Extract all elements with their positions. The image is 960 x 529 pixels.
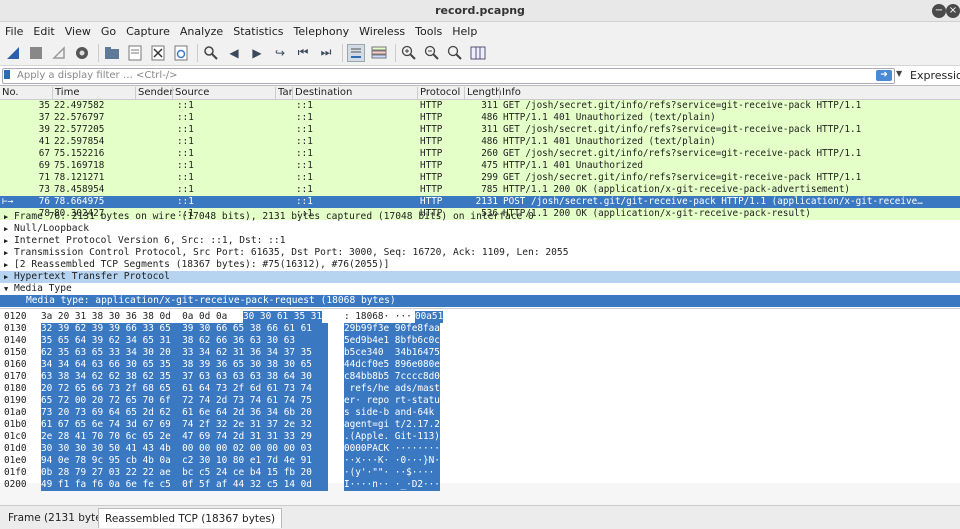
minimize-icon[interactable]: − [932,4,946,18]
menu-tools[interactable]: Tools [415,25,442,38]
column-sender[interactable]: Sender [135,87,173,100]
packet-row[interactable]: 39 22.577205::1::1 HTTP 311 GET /josh/secret… [0,124,960,136]
restart-capture-icon[interactable] [50,44,68,62]
packet-details-tree: ▶ Frame 76: 2131 bytes on wire (17048 bit… [0,210,960,309]
bytes-row[interactable]: 0190 65 72 00 20 72 65 70 6f 72 74 2d 73 … [0,395,960,407]
column-length[interactable]: Length [464,87,502,100]
main-toolbar: ◀ ▶ ↪ ⏮ ⏭ [0,40,960,66]
column-info[interactable]: Info [499,87,521,100]
bytes-row[interactable]: 0140 35 65 64 39 62 34 65 31 38 62 66 36 … [0,335,960,347]
packet-row[interactable]: 71 78.121271::1::1 HTTP 299 GET /josh/secret… [0,172,960,184]
packet-row[interactable]: 69 75.169718::1::1 HTTP 475 HTTP/1.1 401 Una… [0,160,960,172]
expand-arrow-icon: ▶ [4,225,9,233]
first-packet-icon[interactable]: ⏮ [294,44,312,62]
menu-statistics[interactable]: Statistics [233,25,283,38]
zoom-in-icon[interactable] [400,44,418,62]
expression-button[interactable]: Expression… [910,69,960,82]
column-no[interactable]: No. [0,87,19,100]
menu-view[interactable]: View [65,25,91,38]
bytes-row[interactable]: 0170 63 38 34 62 62 38 62 35 37 63 63 63 … [0,371,960,383]
stop-capture-icon[interactable] [27,44,45,62]
menu-go[interactable]: Go [101,25,116,38]
menu-help[interactable]: Help [452,25,477,38]
bytes-row[interactable]: 01c0 2e 28 41 70 70 6c 65 2e 47 69 74 2d … [0,431,960,443]
find-packet-icon[interactable] [202,44,220,62]
expand-arrow-icon: ▶ [4,213,9,221]
autoscroll-icon[interactable] [347,43,365,62]
packet-row[interactable]: 35 22.497582::1::1 HTTP 311 GET /josh/secret… [0,100,960,112]
tree-item-frame[interactable]: ▶ Frame 76: 2131 bytes on wire (17048 bit… [0,211,960,223]
resize-columns-icon[interactable] [469,44,487,62]
normal-size-icon[interactable] [446,44,464,62]
tree-item-reassembled[interactable]: ▶ [2 Reassembled TCP Segments (18367 byte… [0,259,960,271]
tree-item-media-type[interactable]: ▼ Media Type [0,283,960,295]
tree-item-http[interactable]: ▶ Hypertext Transfer Protocol [0,271,960,283]
bytes-row[interactable]: 0130 32 39 62 39 39 66 33 65 39 30 66 65 … [0,323,960,335]
title-bar: record.pcapng − × [0,0,960,22]
menu-bar: File Edit View Go Capture Analyze Statis… [0,22,960,40]
filter-bookmark-icon[interactable] [4,70,10,79]
apply-filter-arrow-icon[interactable]: ➜ [876,70,892,81]
column-protocol[interactable]: Protocol [417,87,460,100]
capture-options-icon[interactable] [73,44,91,62]
save-file-icon[interactable] [126,44,144,62]
bytes-row[interactable]: 0200 49 f1 fa f6 0a 6e fe c5 0f 5f af 44 … [0,479,960,491]
column-time[interactable]: Time [52,87,79,100]
expand-arrow-icon: ▶ [4,237,9,245]
related-packet-icon: ⊢→ [2,196,14,207]
packet-row[interactable]: 73 78.458954::1::1 HTTP 785 HTTP/1.1 200 OK … [0,184,960,196]
bytes-row[interactable]: 0180 20 72 65 66 73 2f 68 65 61 64 73 2f … [0,383,960,395]
tree-item-media-type-value[interactable]: Media type: application/x-git-receive-pa… [0,295,960,307]
bytes-row[interactable]: 01f0 0b 28 79 27 03 22 22 ae bc c5 24 ce … [0,467,960,479]
expand-arrow-icon: ▶ [4,249,9,257]
zoom-out-icon[interactable] [423,44,441,62]
menu-telephony[interactable]: Telephony [294,25,350,38]
shark-fin-start-icon[interactable] [4,44,22,62]
window-title: record.pcapng [435,4,525,17]
tree-item-ipv6[interactable]: ▶ Internet Protocol Version 6, Src: ::1, … [0,235,960,247]
tree-item-tcp[interactable]: ▶ Transmission Control Protocol, Src Port… [0,247,960,259]
bytes-row[interactable]: 0160 34 34 64 63 66 30 65 35 38 39 36 65 … [0,359,960,371]
go-to-packet-icon[interactable]: ↪ [271,44,289,62]
display-filter-input[interactable]: Apply a display filter … <Ctrl-/> [2,68,895,84]
packet-row[interactable]: 67 75.152216::1::1 HTTP 260 GET /josh/secret… [0,148,960,160]
filter-history-dropdown-icon[interactable]: ▼ [896,69,902,78]
bytes-row[interactable]: 0150 62 35 63 65 33 34 30 20 33 34 62 31 … [0,347,960,359]
menu-capture[interactable]: Capture [126,25,170,38]
bytes-row[interactable]: 01d0 30 30 30 30 50 41 43 4b 00 00 00 02 … [0,443,960,455]
display-filter-bar: Apply a display filter … <Ctrl-/> ➜ ▼ Ex… [0,66,960,86]
menu-analyze[interactable]: Analyze [180,25,223,38]
bytes-row[interactable]: 01b0 61 67 65 6e 74 3d 67 69 74 2f 32 2e … [0,419,960,431]
reload-file-icon[interactable] [172,44,190,62]
packet-bytes-pane: 0120 3a 20 31 38 30 36 38 0d 0a 0d 0a 30 3… [0,309,960,491]
packet-list-header: No. Time Sender Source Tar Destination P… [0,86,960,100]
go-back-icon[interactable]: ◀ [225,44,243,62]
colorize-icon[interactable] [370,44,388,62]
packet-row-selected[interactable]: ⊢→ 76 78.664975::1::1 HTTP 2131 POST /josh/se… [0,196,960,208]
packet-row[interactable]: 37 22.576797::1::1 HTTP 486 HTTP/1.1 401 Una… [0,112,960,124]
bytes-row[interactable]: 01e0 94 0e 78 9c 95 cb 4b 0a c2 30 10 80 … [0,455,960,467]
packet-row[interactable]: 41 22.597854::1::1 HTTP 486 HTTP/1.1 401 Una… [0,136,960,148]
expand-arrow-icon: ▶ [4,261,9,269]
close-icon[interactable]: × [946,4,960,18]
column-destination[interactable]: Destination [292,87,352,100]
menu-wireless[interactable]: Wireless [359,25,405,38]
packet-list: 35 22.497582::1::1 HTTP 311 GET /josh/secret… [0,100,960,220]
bytes-row[interactable]: 01a0 73 20 73 69 64 65 2d 62 61 6e 64 2d … [0,407,960,419]
column-source[interactable]: Source [172,87,209,100]
tab-reassembled-tcp[interactable]: Reassembled TCP (18367 bytes) [98,508,283,528]
column-target[interactable]: Tar [275,87,293,100]
menu-edit[interactable]: Edit [33,25,54,38]
bytes-tab-bar: Frame (2131 bytes) Reassembled TCP (1836… [0,505,960,529]
open-file-icon[interactable] [103,44,121,62]
collapse-arrow-icon: ▼ [4,285,9,293]
go-forward-icon[interactable]: ▶ [248,44,266,62]
expand-arrow-icon: ▶ [4,273,9,281]
menu-file[interactable]: File [5,25,23,38]
bytes-row[interactable]: 0120 3a 20 31 38 30 36 38 0d 0a 0d 0a 30 3… [0,311,960,323]
last-packet-icon[interactable]: ⏭ [317,44,335,62]
tree-item-null-loopback[interactable]: ▶ Null/Loopback [0,223,960,235]
close-file-icon[interactable] [149,44,167,62]
